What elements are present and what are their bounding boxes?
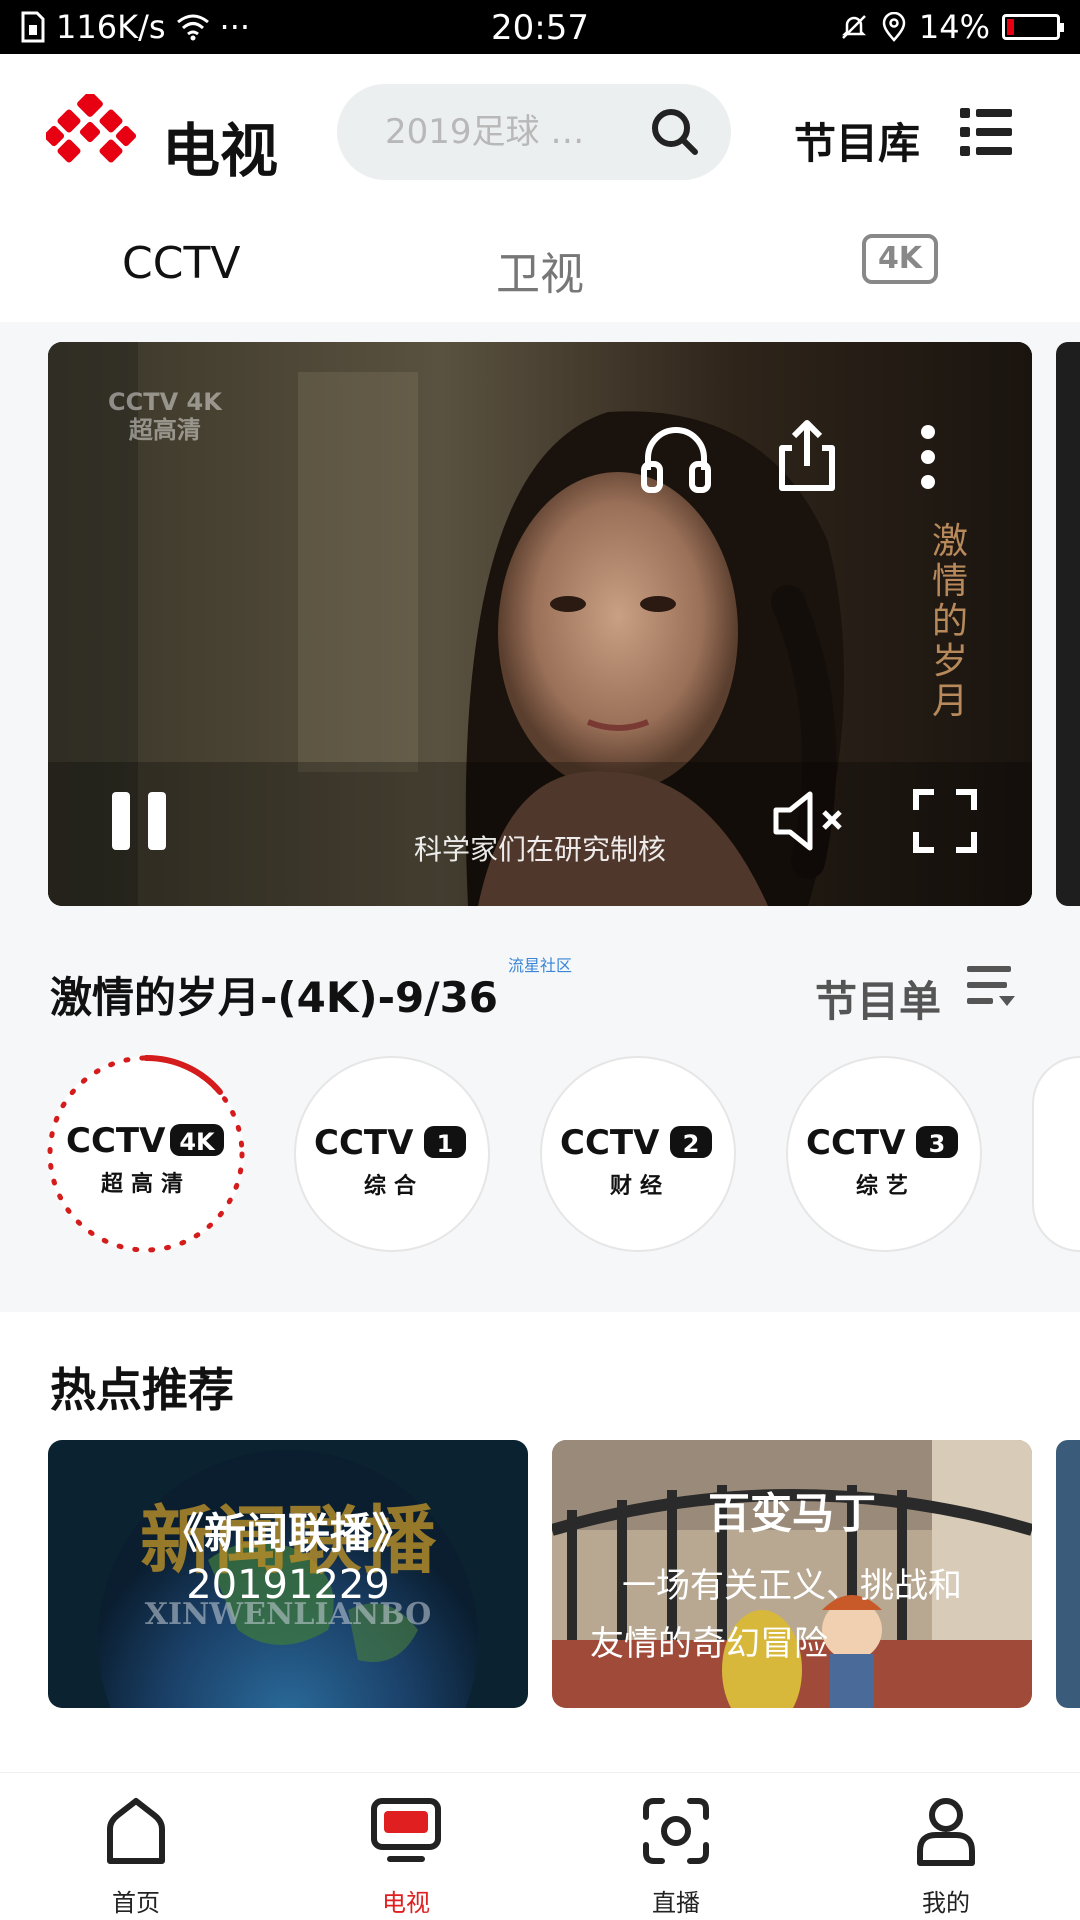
app-title: 电视 bbox=[162, 117, 279, 185]
fullscreen-icon[interactable] bbox=[912, 788, 978, 854]
nav-label: 首页 bbox=[112, 1889, 160, 1917]
app-header: 电视 节目库 bbox=[0, 54, 1080, 212]
card-title: 《新闻联播》 bbox=[161, 1509, 414, 1558]
svg-text:CCTV: CCTV bbox=[314, 1123, 414, 1162]
share-icon[interactable] bbox=[774, 418, 840, 494]
menu-list-icon[interactable] bbox=[960, 106, 1012, 158]
player-section: CCTV 4K 超高清 激情的岁月 科学家们在研究制核 激情的岁月-(4K)-9… bbox=[0, 322, 1080, 1312]
tab-4k[interactable]: 4K bbox=[862, 234, 938, 284]
recommend-card-next-partial[interactable] bbox=[1056, 1440, 1080, 1708]
schedule-link[interactable]: 节目单 bbox=[815, 968, 941, 1029]
svg-text:CCTV: CCTV bbox=[560, 1123, 660, 1162]
channel-name: 综艺 bbox=[855, 1174, 916, 1199]
program-library-link[interactable]: 节目库 bbox=[794, 110, 920, 171]
battery-percent: 14% bbox=[918, 8, 990, 46]
program-title: 激情的岁月-(4K)-9/36 bbox=[50, 973, 499, 1022]
channel-cctv-1[interactable]: CCTV 1 综合 bbox=[294, 1056, 490, 1252]
live-icon bbox=[643, 1798, 709, 1864]
nav-live[interactable]: 直播 bbox=[576, 1773, 776, 1920]
battery-icon bbox=[1002, 14, 1064, 40]
nav-tv[interactable]: 电视 bbox=[306, 1773, 506, 1920]
status-bar: 116K/s ··· 20:57 14% bbox=[0, 0, 1080, 54]
channel-name: 超高清 bbox=[100, 1172, 191, 1197]
channel-name: 综合 bbox=[363, 1174, 424, 1199]
category-tabs: CCTV 卫视 4K bbox=[0, 212, 1080, 322]
tab-cctv[interactable]: CCTV bbox=[122, 238, 240, 289]
card-date: 20191229 bbox=[186, 1562, 390, 1608]
channel-watermark: CCTV 4K 超高清 bbox=[108, 388, 222, 444]
card-title: 百变马丁 bbox=[707, 1489, 876, 1538]
cctv-logo-icon bbox=[46, 94, 136, 163]
cctv-logo: CCTV 1 bbox=[314, 1123, 466, 1162]
channel-cctv-4k[interactable]: CCTV 4K 超高清 bbox=[47, 1054, 245, 1253]
nav-label: 直播 bbox=[652, 1889, 700, 1917]
schedule-list-icon[interactable] bbox=[965, 962, 1017, 1014]
bell-muted-icon bbox=[841, 15, 866, 39]
search-input[interactable] bbox=[385, 112, 635, 152]
nav-profile[interactable]: 我的 bbox=[846, 1773, 1046, 1920]
svg-text:1: 1 bbox=[437, 1130, 454, 1158]
profile-icon bbox=[917, 1798, 975, 1866]
mute-icon[interactable] bbox=[772, 788, 848, 854]
nav-home[interactable]: 首页 bbox=[36, 1773, 236, 1920]
tab-satellite[interactable]: 卫视 bbox=[496, 238, 584, 302]
svg-text:CCTV: CCTV bbox=[66, 1121, 166, 1160]
cctv-logo: CCTV 2 bbox=[560, 1123, 712, 1162]
card-description-line1: 一场有关正义、挑战和 bbox=[622, 1566, 962, 1606]
cctv-logo: CCTV 4K bbox=[66, 1121, 224, 1160]
search-icon[interactable] bbox=[649, 106, 701, 158]
nav-label: 我的 bbox=[922, 1889, 970, 1917]
community-tag: 流星社区 bbox=[508, 956, 573, 975]
location-icon bbox=[882, 12, 906, 42]
svg-text:CCTV: CCTV bbox=[806, 1123, 906, 1162]
video-subtitle: 科学家们在研究制核 bbox=[413, 833, 666, 866]
channel-name: 财经 bbox=[609, 1174, 670, 1199]
svg-text:3: 3 bbox=[929, 1130, 946, 1158]
card-description-line2: 友情的奇幻冒险 bbox=[590, 1624, 828, 1664]
search-bar[interactable] bbox=[337, 84, 731, 180]
next-video-card-edge[interactable] bbox=[1056, 342, 1080, 906]
channel-cctv-3[interactable]: CCTV 3 综艺 bbox=[786, 1056, 982, 1252]
channel-next-partial[interactable] bbox=[1032, 1056, 1080, 1252]
audio-only-icon[interactable] bbox=[638, 420, 714, 496]
home-icon bbox=[107, 1798, 165, 1864]
channel-cctv-2[interactable]: CCTV 2 财经 bbox=[540, 1056, 736, 1252]
show-title-watermark: 激情的岁月 bbox=[932, 521, 969, 722]
svg-text:4K: 4K bbox=[179, 1128, 216, 1156]
cctv-logo: CCTV 3 bbox=[806, 1123, 958, 1162]
video-player[interactable]: CCTV 4K 超高清 激情的岁月 科学家们在研究制核 bbox=[48, 342, 1032, 906]
recommend-card-news[interactable]: 新闻联播 XINWENLIANBO 《新闻联播》 20191229 bbox=[48, 1440, 528, 1708]
recommend-card-martin[interactable]: 百变马丁 一场有关正义、挑战和 友情的奇幻冒险 bbox=[552, 1440, 1032, 1708]
hot-section-title: 热点推荐 bbox=[50, 1363, 234, 1417]
nav-label: 电视 bbox=[382, 1889, 430, 1917]
svg-text:2: 2 bbox=[683, 1130, 700, 1158]
more-options-icon[interactable] bbox=[918, 422, 938, 492]
tv-icon bbox=[371, 1798, 441, 1862]
bottom-navigation: 首页 电视 直播 我的 bbox=[0, 1772, 1080, 1920]
